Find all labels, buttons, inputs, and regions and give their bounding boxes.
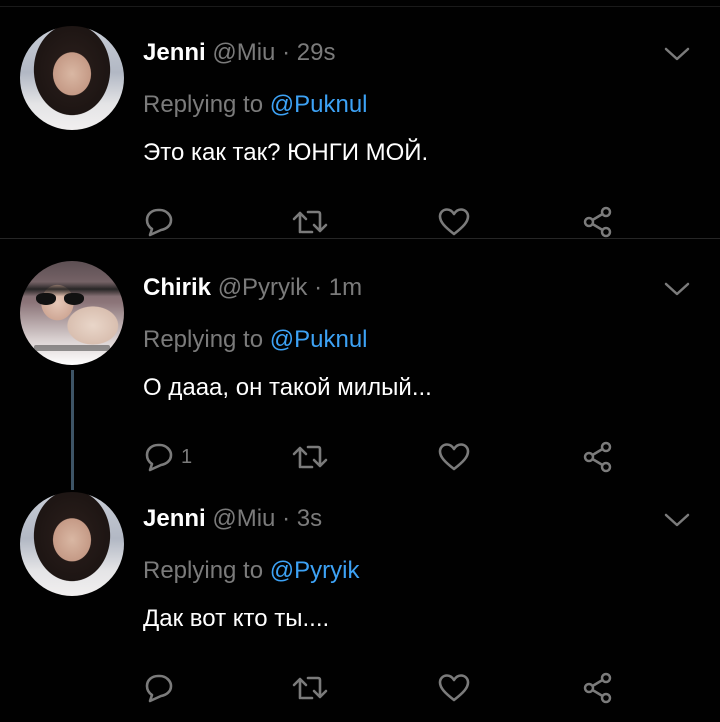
- retweet-icon: [292, 445, 328, 469]
- top-divider: [0, 6, 720, 7]
- tweet-1[interactable]: Jenni @Miu · 29s Replying to @Puknul Это…: [0, 26, 720, 256]
- reply-count: 1: [181, 445, 193, 468]
- retweet-icon: [292, 210, 328, 234]
- timestamp[interactable]: 3s: [297, 505, 322, 532]
- reply-icon: [145, 443, 173, 472]
- reply-button[interactable]: 1: [141, 437, 192, 477]
- mention-link[interactable]: @Puknul: [270, 326, 368, 353]
- chevron-down-icon[interactable]: [662, 510, 692, 530]
- action-bar: [0, 668, 720, 708]
- share-icon: [583, 441, 612, 473]
- like-icon: [438, 674, 470, 702]
- mention-link[interactable]: @Pyryik: [270, 557, 360, 584]
- separator-dot: ·: [282, 505, 291, 532]
- action-bar: 1: [0, 437, 720, 477]
- tweet-text: Дак вот кто ты....: [143, 605, 330, 632]
- share-button[interactable]: [582, 668, 614, 708]
- author-handle[interactable]: @Pyryik: [218, 274, 308, 301]
- avatar-caption: [34, 345, 110, 351]
- avatar-jenni[interactable]: [20, 492, 124, 596]
- share-button[interactable]: [582, 437, 614, 477]
- retweet-button[interactable]: [290, 202, 330, 242]
- tweet-header: Jenni @Miu · 3s: [143, 502, 322, 536]
- timestamp[interactable]: 1m: [329, 274, 362, 301]
- reply-icon: [145, 208, 173, 237]
- tweet-text: Это как так? ЮНГИ МОЙ.: [143, 139, 429, 166]
- share-icon: [583, 206, 612, 238]
- share-button[interactable]: [582, 202, 614, 242]
- chevron-down-icon[interactable]: [662, 279, 692, 299]
- replying-to: Replying to @Pyryik: [143, 554, 359, 588]
- author-name[interactable]: Chirik: [143, 274, 211, 301]
- retweet-button[interactable]: [290, 668, 330, 708]
- reply-button[interactable]: [141, 202, 175, 242]
- tweet-header: Jenni @Miu · 29s: [143, 36, 335, 70]
- action-bar: [0, 202, 720, 242]
- avatar-chirik[interactable]: [20, 261, 124, 365]
- separator-dot: ·: [282, 39, 291, 66]
- like-icon: [438, 208, 470, 236]
- tweet-text: О дааа, он такой милый...: [143, 374, 432, 401]
- avatar-jenni[interactable]: [20, 26, 124, 130]
- timestamp[interactable]: 29s: [297, 39, 336, 66]
- reply-button[interactable]: [141, 668, 175, 708]
- replying-prefix: Replying to: [143, 557, 264, 584]
- author-handle[interactable]: @Miu: [212, 39, 275, 66]
- reply-icon: [145, 674, 173, 703]
- tweet-divider: [0, 238, 720, 239]
- replying-to: Replying to @Puknul: [143, 88, 368, 122]
- tweet-header: Chirik @Pyryik · 1m: [143, 271, 362, 305]
- retweet-button[interactable]: [290, 437, 330, 477]
- thread-connector: [71, 370, 74, 490]
- chevron-down-icon[interactable]: [662, 44, 692, 64]
- like-icon: [438, 443, 470, 471]
- author-name[interactable]: Jenni: [143, 505, 206, 532]
- author-name[interactable]: Jenni: [143, 39, 206, 66]
- retweet-icon: [292, 676, 328, 700]
- tweet-3[interactable]: Jenni @Miu · 3s Replying to @Pyryik Дак …: [0, 492, 720, 722]
- replying-prefix: Replying to: [143, 91, 264, 118]
- mention-link[interactable]: @Puknul: [270, 91, 368, 118]
- share-icon: [583, 672, 612, 704]
- separator-dot: ·: [314, 274, 323, 301]
- tweet-2[interactable]: Chirik @Pyryik · 1m Replying to @Puknul …: [0, 261, 720, 491]
- avatar-glasses: [36, 293, 84, 305]
- replying-to: Replying to @Puknul: [143, 323, 368, 357]
- author-handle[interactable]: @Miu: [212, 505, 275, 532]
- replying-prefix: Replying to: [143, 326, 264, 353]
- like-button[interactable]: [437, 668, 471, 708]
- like-button[interactable]: [437, 202, 471, 242]
- like-button[interactable]: [437, 437, 471, 477]
